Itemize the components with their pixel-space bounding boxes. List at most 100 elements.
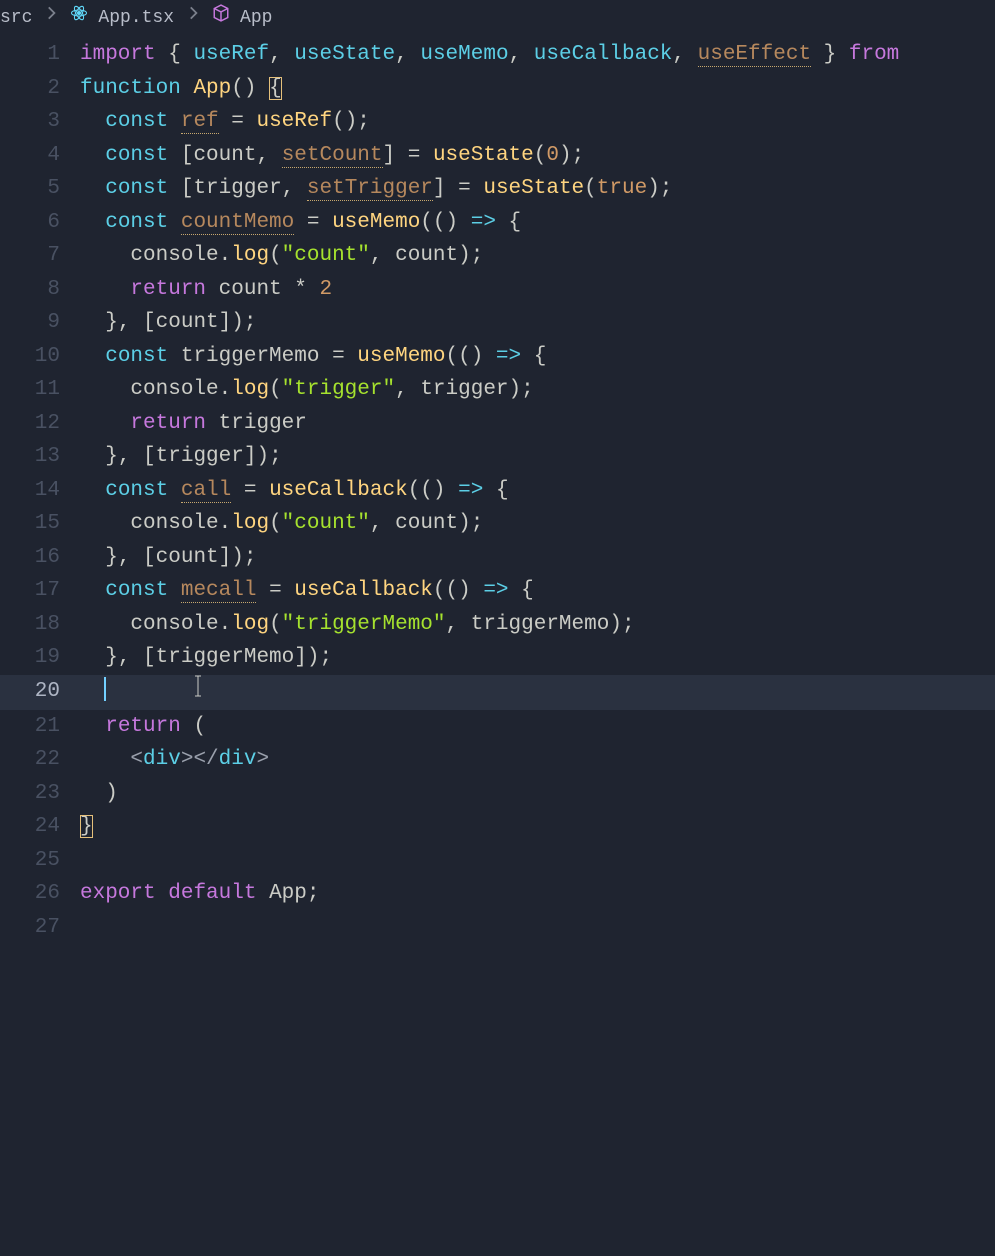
code-content[interactable]: }, [triggerMemo]); (80, 641, 995, 675)
code-token: div (219, 748, 257, 771)
code-line[interactable]: 3 const ref = useRef(); (0, 105, 995, 139)
code-content[interactable]: console.log("triggerMemo", triggerMemo); (80, 608, 995, 642)
code-line[interactable]: 12 return trigger (0, 407, 995, 441)
code-line[interactable]: 11 console.log("trigger", trigger); (0, 373, 995, 407)
code-content[interactable]: const mecall = useCallback(() => { (80, 574, 995, 608)
line-number[interactable]: 15 (0, 507, 80, 541)
line-number[interactable]: 3 (0, 105, 80, 139)
code-line[interactable]: 23 ) (0, 777, 995, 811)
code-content[interactable]: return ( (80, 710, 995, 744)
code-content[interactable]: function App() { (80, 72, 995, 106)
code-line[interactable]: 22 <div></div> (0, 743, 995, 777)
code-content[interactable]: }, [trigger]); (80, 440, 995, 474)
code-content[interactable]: const ref = useRef(); (80, 105, 995, 139)
code-content[interactable]: const call = useCallback(() => { (80, 474, 995, 508)
line-number[interactable]: 11 (0, 373, 80, 407)
breadcrumb-folder[interactable]: src (0, 2, 32, 36)
code-line[interactable]: 26export default App; (0, 877, 995, 911)
code-content[interactable]: const triggerMemo = useMemo(() => { (80, 340, 995, 374)
code-line[interactable]: 14 const call = useCallback(() => { (0, 474, 995, 508)
code-token: App (269, 882, 307, 905)
code-content[interactable] (80, 675, 995, 710)
breadcrumb-symbol[interactable]: App (240, 2, 272, 36)
line-number[interactable]: 23 (0, 777, 80, 811)
line-number[interactable]: 19 (0, 641, 80, 675)
code-token: = (294, 211, 332, 234)
line-number[interactable]: 26 (0, 877, 80, 911)
line-number[interactable]: 1 (0, 38, 80, 72)
code-token: (() (446, 345, 496, 368)
line-number[interactable]: 13 (0, 440, 80, 474)
line-number[interactable]: 8 (0, 273, 80, 307)
code-line[interactable]: 21 return ( (0, 710, 995, 744)
code-content[interactable]: console.log("trigger", trigger); (80, 373, 995, 407)
code-content[interactable]: import { useRef, useState, useMemo, useC… (80, 38, 995, 72)
code-token: countMemo (181, 211, 294, 235)
code-line[interactable]: 13 }, [trigger]); (0, 440, 995, 474)
code-content[interactable] (80, 911, 995, 945)
code-line[interactable]: 19 }, [triggerMemo]); (0, 641, 995, 675)
code-editor[interactable]: 1import { useRef, useState, useMemo, use… (0, 38, 995, 944)
code-line[interactable]: 24} (0, 810, 995, 844)
code-token: => (483, 579, 508, 602)
code-content[interactable]: <div></div> (80, 743, 995, 777)
code-content[interactable]: console.log("count", count); (80, 239, 995, 273)
code-content[interactable] (80, 844, 995, 878)
code-token: (() (420, 211, 470, 234)
line-number[interactable]: 12 (0, 407, 80, 441)
code-line[interactable]: 20 (0, 675, 995, 710)
code-content[interactable]: }, [count]); (80, 306, 995, 340)
code-line[interactable]: 5 const [trigger, setTrigger] = useState… (0, 172, 995, 206)
code-content[interactable]: return trigger (80, 407, 995, 441)
line-number[interactable]: 16 (0, 541, 80, 575)
line-number[interactable]: 14 (0, 474, 80, 508)
code-token: import (80, 43, 156, 66)
code-content[interactable]: const [count, setCount] = useState(0); (80, 139, 995, 173)
code-line[interactable]: 10 const triggerMemo = useMemo(() => { (0, 340, 995, 374)
code-line[interactable]: 1import { useRef, useState, useMemo, use… (0, 38, 995, 72)
code-line[interactable]: 9 }, [count]); (0, 306, 995, 340)
code-content[interactable]: }, [count]); (80, 541, 995, 575)
line-number[interactable]: 5 (0, 172, 80, 206)
code-line[interactable]: 8 return count * 2 (0, 273, 995, 307)
line-number[interactable]: 25 (0, 844, 80, 878)
code-token: div (143, 748, 181, 771)
code-content[interactable]: return count * 2 (80, 273, 995, 307)
code-line[interactable]: 15 console.log("count", count); (0, 507, 995, 541)
breadcrumb[interactable]: src App.tsx App (0, 0, 995, 38)
code-line[interactable]: 6 const countMemo = useMemo(() => { (0, 206, 995, 240)
line-number[interactable]: 27 (0, 911, 80, 945)
code-token: > (181, 748, 194, 771)
line-number[interactable]: 7 (0, 239, 80, 273)
code-line[interactable]: 4 const [count, setCount] = useState(0); (0, 139, 995, 173)
code-token: }, [ (105, 646, 155, 669)
line-number[interactable]: 18 (0, 608, 80, 642)
breadcrumb-file[interactable]: App.tsx (98, 2, 174, 36)
line-number[interactable]: 22 (0, 743, 80, 777)
code-token: log (231, 512, 269, 535)
line-number[interactable]: 17 (0, 574, 80, 608)
code-content[interactable]: console.log("count", count); (80, 507, 995, 541)
code-content[interactable]: } (80, 810, 995, 844)
code-content[interactable]: const countMemo = useMemo(() => { (80, 206, 995, 240)
line-number[interactable]: 10 (0, 340, 80, 374)
line-number[interactable]: 2 (0, 72, 80, 106)
code-content[interactable]: export default App; (80, 877, 995, 911)
line-number[interactable]: 4 (0, 139, 80, 173)
code-line[interactable]: 7 console.log("count", count); (0, 239, 995, 273)
line-number[interactable]: 24 (0, 810, 80, 844)
code-token (156, 882, 169, 905)
code-line[interactable]: 27 (0, 911, 995, 945)
code-token: useMemo (357, 345, 445, 368)
code-line[interactable]: 16 }, [count]); (0, 541, 995, 575)
code-content[interactable]: ) (80, 777, 995, 811)
code-line[interactable]: 2function App() { (0, 72, 995, 106)
code-line[interactable]: 25 (0, 844, 995, 878)
line-number[interactable]: 21 (0, 710, 80, 744)
line-number[interactable]: 20 (0, 675, 80, 710)
line-number[interactable]: 9 (0, 306, 80, 340)
line-number[interactable]: 6 (0, 206, 80, 240)
code-content[interactable]: const [trigger, setTrigger] = useState(t… (80, 172, 995, 206)
code-line[interactable]: 17 const mecall = useCallback(() => { (0, 574, 995, 608)
code-line[interactable]: 18 console.log("triggerMemo", triggerMem… (0, 608, 995, 642)
